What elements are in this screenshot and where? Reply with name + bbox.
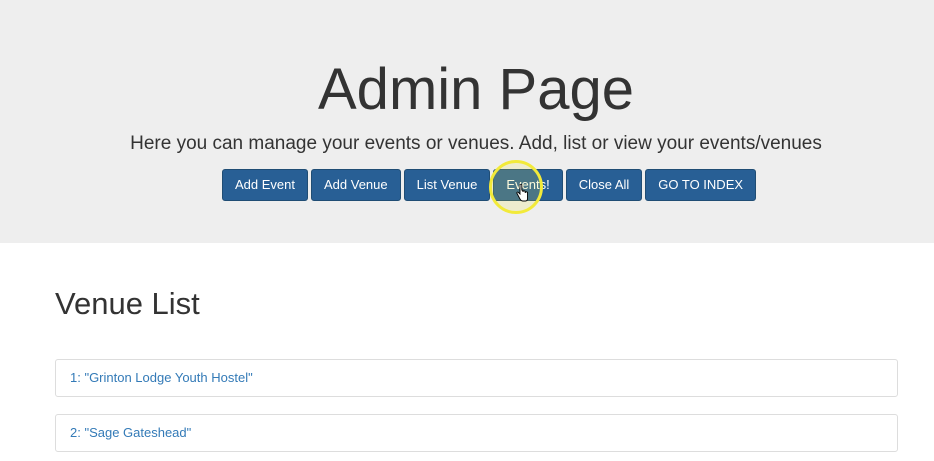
go-to-index-button[interactable]: GO TO INDEX [645,169,757,201]
page-title: Admin Page [318,57,634,122]
page-lead: Here you can manage your events or venue… [130,133,822,154]
admin-button-row: Add Event Add Venue List Venue Events! C… [222,169,757,201]
events-button[interactable]: Events! [493,169,563,201]
venue-list-item[interactable]: 2: "Sage Gateshead" [55,414,898,452]
venue-list-item[interactable]: 1: "Grinton Lodge Youth Hostel" [55,359,898,397]
jumbotron: Admin Page Here you can manage your even… [0,0,934,243]
add-event-button[interactable]: Add Event [222,169,308,201]
close-all-button[interactable]: Close All [565,169,643,201]
venue-list-title: Venue List [55,286,200,321]
add-venue-button[interactable]: Add Venue [311,169,401,201]
list-venue-button[interactable]: List Venue [403,169,491,201]
